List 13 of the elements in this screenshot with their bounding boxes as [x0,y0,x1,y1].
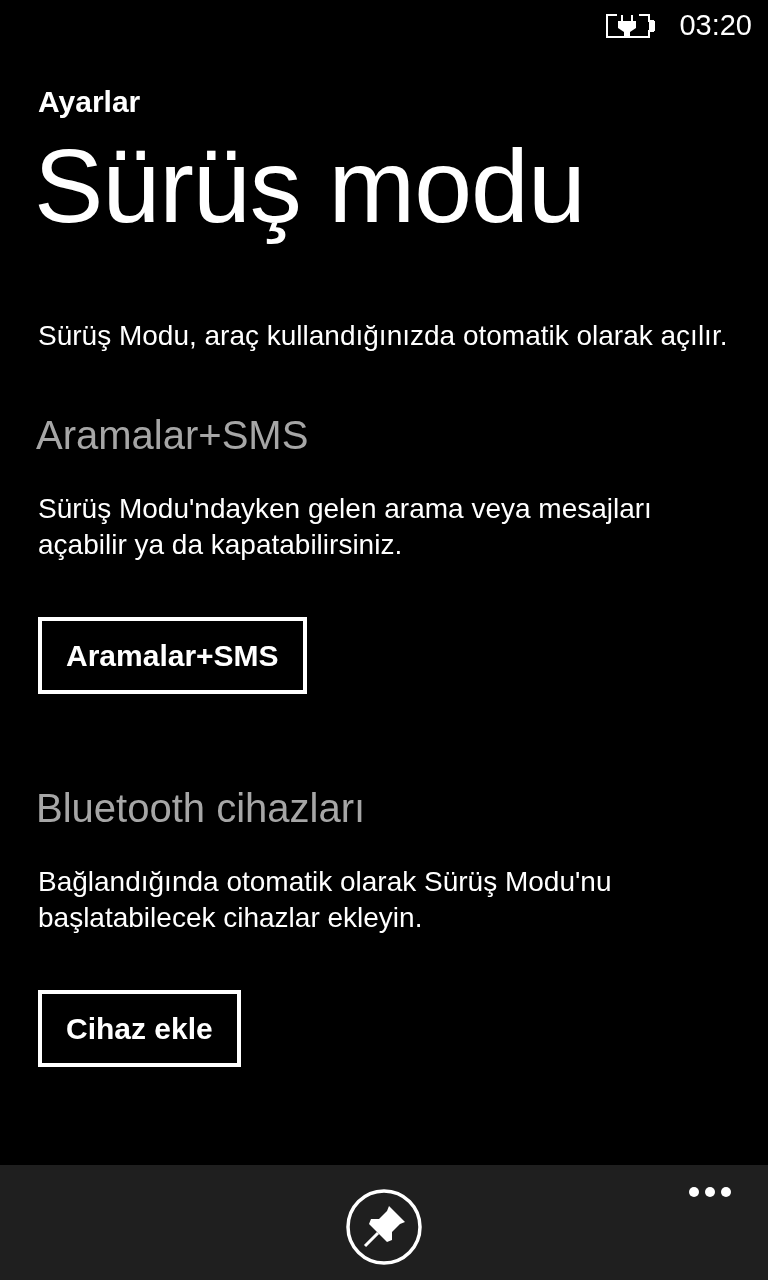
page-title: Sürüş modu [34,127,586,246]
clock-time: 03:20 [679,8,752,42]
battery-charging-icon [605,11,658,39]
page-description: Sürüş Modu, araç kullandığınızda otomatik olarak açılır. [38,319,729,353]
section-description: Sürüş Modu'ndayken gelen arama veya mesajları açabilir ya da kapatabilirsiniz. [38,492,653,562]
section-description: Bağlandığında otomatik olarak Sürüş Modu'nu başlatabilecek cihazlar ekleyin. [38,865,613,935]
section-button[interactable]: Cihaz ekle [38,990,241,1067]
pin-button[interactable] [345,1188,423,1266]
app-name: Ayarlar [38,84,142,120]
more-icon[interactable] [688,1186,732,1198]
section-header: Bluetooth cihazları [36,785,367,832]
section-button[interactable]: Aramalar+SMS [38,617,307,694]
section-header: Aramalar+SMS [36,412,310,459]
